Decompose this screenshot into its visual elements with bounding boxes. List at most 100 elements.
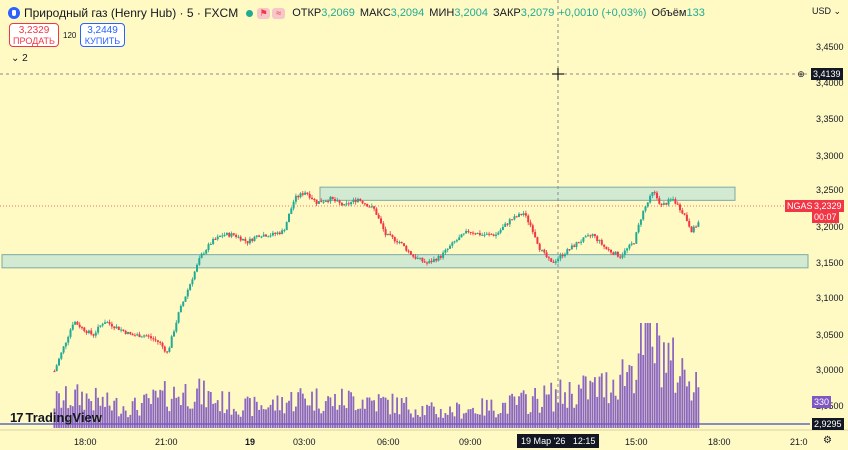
- volume-bar: [446, 414, 449, 428]
- volume-bar: [237, 414, 240, 428]
- candle-body: [294, 195, 297, 202]
- candle-body: [426, 262, 428, 264]
- candle-body: [334, 199, 336, 202]
- volume-bar: [575, 404, 578, 428]
- volume-bar: [212, 403, 214, 428]
- candle-body: [81, 327, 83, 329]
- high-value: 3,2094: [390, 7, 425, 19]
- volume-bar: [193, 401, 196, 428]
- volume-bar: [635, 379, 638, 428]
- candle-body: [53, 371, 56, 373]
- candle-body: [589, 235, 592, 237]
- candle-body: [522, 213, 525, 215]
- candle-body: [375, 208, 378, 215]
- volume-bar: [462, 413, 465, 428]
- candle-body: [614, 251, 617, 255]
- candle-body: [152, 338, 155, 340]
- candle-body: [550, 258, 553, 262]
- volume-bar: [377, 394, 380, 428]
- volume-bar: [336, 409, 339, 428]
- candle-body: [175, 322, 178, 332]
- volume-bar: [502, 402, 504, 428]
- wave-icon[interactable]: ≈: [272, 7, 286, 19]
- candle-body: [596, 236, 599, 242]
- volume-bar: [548, 394, 550, 428]
- candle-body: [315, 199, 318, 204]
- candle-body: [460, 234, 463, 238]
- candle-body: [214, 238, 217, 240]
- price-tick: 3,2500: [816, 185, 844, 195]
- volume-bar: [607, 403, 610, 428]
- indicators-toggle[interactable]: ⌄ 2: [11, 53, 28, 64]
- candle-body: [313, 199, 316, 201]
- price-chart[interactable]: [0, 0, 848, 450]
- add-alert-icon[interactable]: ⊕: [796, 68, 806, 80]
- candle-body: [518, 213, 520, 217]
- time-tick: 03:00: [293, 437, 316, 447]
- candle-body: [200, 253, 203, 259]
- volume-bar: [649, 323, 651, 428]
- currency-select[interactable]: USD ⌄: [812, 6, 841, 17]
- candle-body: [154, 339, 157, 341]
- candle-body: [676, 203, 679, 205]
- settings-icon[interactable]: ⚙: [821, 435, 834, 447]
- volume-bar: [456, 402, 458, 428]
- volume-bar: [582, 375, 585, 428]
- candle-body: [626, 248, 629, 251]
- time-tick: 18:00: [74, 437, 97, 447]
- candle-body: [501, 226, 504, 230]
- volume-bar: [161, 390, 164, 428]
- candle-body: [568, 249, 571, 251]
- market-status-icon: [246, 9, 254, 17]
- volume-bar: [177, 396, 180, 428]
- candle-body: [60, 352, 63, 359]
- candle-body: [577, 242, 580, 244]
- volume-bar: [232, 408, 235, 428]
- candle-body: [193, 271, 196, 280]
- candle-body: [92, 334, 95, 336]
- candle-body: [186, 289, 189, 297]
- candle-body: [230, 233, 233, 237]
- candle-body: [239, 236, 242, 241]
- candle-body: [637, 224, 640, 233]
- candle-body: [74, 321, 77, 325]
- volume-bar: [301, 393, 304, 428]
- volume-bar: [221, 391, 224, 428]
- price-tick: 3,3000: [816, 151, 844, 161]
- volume-bar: [253, 396, 256, 428]
- sell-price: 3,2329: [18, 25, 50, 36]
- volume-bar: [154, 390, 157, 428]
- candle-body: [94, 332, 97, 336]
- candle-body: [529, 222, 532, 226]
- volume-bar: [357, 408, 359, 428]
- flag-icon[interactable]: ⚑: [257, 7, 271, 19]
- volume-bar: [614, 395, 617, 428]
- candle-body: [136, 334, 139, 336]
- volume-bar: [568, 382, 571, 428]
- volume-label: Объём: [651, 7, 687, 19]
- volume-bar: [419, 416, 421, 428]
- buy-button[interactable]: 3,2449 КУПИТЬ: [80, 23, 125, 47]
- candle-body: [467, 230, 470, 232]
- candle-body: [237, 236, 240, 238]
- volume-bar: [396, 397, 398, 428]
- tradingview-logo: 17 TradingView: [10, 410, 102, 425]
- spread-value: 120: [63, 31, 77, 40]
- candle-body: [444, 249, 447, 253]
- volume-bar: [651, 346, 654, 428]
- volume-bar: [393, 412, 396, 428]
- candle-body: [573, 245, 576, 247]
- time-tick: 19: [245, 437, 256, 447]
- candle-body: [488, 233, 491, 235]
- volume-bar: [479, 414, 481, 428]
- symbol-title[interactable]: Природный газ (Henry Hub) · 5 · FXCM: [24, 6, 238, 20]
- volume-bar: [646, 323, 649, 428]
- candle-body: [386, 233, 389, 236]
- candle-body: [449, 245, 451, 249]
- volume-bar: [313, 410, 316, 428]
- sell-button[interactable]: 3,2329 ПРОДАТЬ: [9, 23, 59, 47]
- candle-body: [177, 312, 180, 323]
- candle-body: [398, 241, 401, 243]
- candle-body: [382, 223, 385, 230]
- candle-body: [113, 326, 116, 329]
